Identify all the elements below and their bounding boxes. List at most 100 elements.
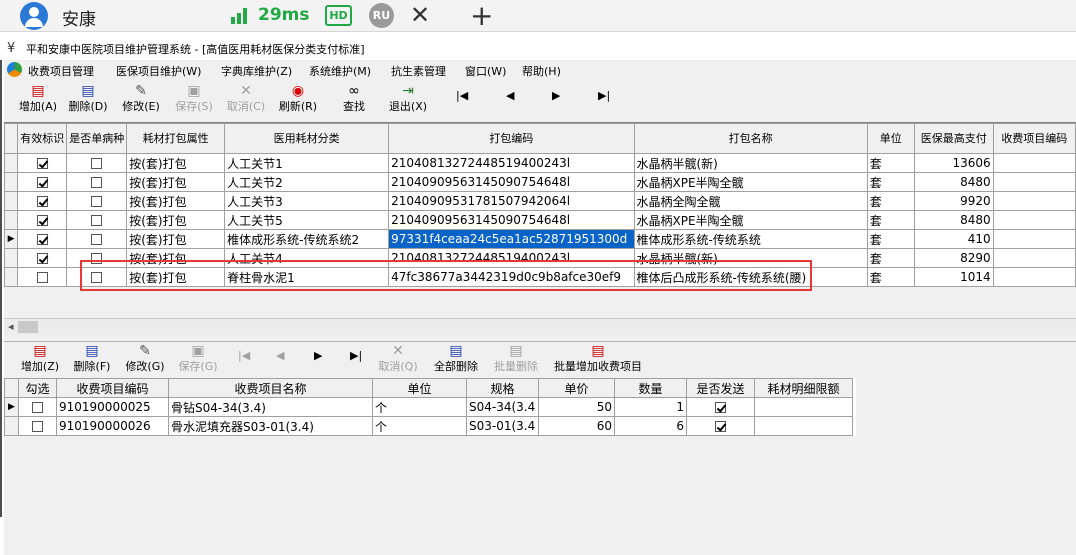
delete-button[interactable]: ▤ 删除(D) [66,82,110,118]
table-row[interactable]: 910190000026 骨水泥填充器S03-01(3.4) 个 S03-01(3.4… [4,416,853,436]
detail-next-button[interactable]: ▶ [314,349,322,362]
unit-cell[interactable]: 套 [866,267,915,287]
refresh-button[interactable]: ◉ 刷新(R) [276,82,320,118]
col-max-pay[interactable]: 医保最高支付 [913,123,994,154]
package-name-cell[interactable]: 水晶柄XPE半陶全髋 [633,210,868,230]
select-checkbox[interactable] [32,402,43,413]
prev-record-button[interactable]: ◀ [506,89,514,102]
find-button[interactable]: ∞ 查找 [336,82,372,118]
scroll-thumb[interactable] [18,321,38,333]
col-send[interactable]: 是否发送 [686,378,755,398]
package-code-cell[interactable]: 21040813272448519400243l [388,153,635,173]
single-disease-checkbox[interactable] [91,196,103,207]
unit-cell[interactable]: 套 [866,153,915,173]
edit-button[interactable]: ✎ 修改(E) [118,82,164,118]
table-row[interactable]: 按(套)打包 人工关节4 21040813272448519400243l 水晶柄半髋… [3,248,1076,268]
close-icon[interactable]: ✕ [410,1,430,29]
max-pay-cell[interactable]: 1014 [913,267,994,287]
last-record-button[interactable]: ▶| [598,89,610,102]
table-row[interactable]: ▶ 按(套)打包 椎体成形系统-传统系统2 97331f4ceaa24c5ea1ac5… [3,229,1076,249]
valid-checkbox[interactable] [36,158,48,169]
max-pay-cell[interactable]: 8480 [913,210,994,230]
max-pay-cell[interactable]: 8480 [913,172,994,192]
package-name-cell[interactable]: 椎体成形系统-传统系统 [633,229,868,249]
col-qty[interactable]: 数量 [614,378,687,398]
unit-cell[interactable]: 套 [866,172,915,192]
limit-cell[interactable] [754,397,853,417]
detail-unit-cell[interactable]: 个 [372,397,467,417]
col-price[interactable]: 单价 [538,378,615,398]
fee-item-name-cell[interactable]: 骨水泥填充器S03-01(3.4) [168,416,373,436]
max-pay-cell[interactable]: 8290 [913,248,994,268]
package-attr-cell[interactable]: 按(套)打包 [126,153,226,173]
col-fee-code[interactable]: 收费项目编码 [992,123,1076,154]
cancel-button[interactable]: ✕ 取消(C) [224,82,268,118]
menu-help[interactable]: 帮助(H) [522,63,561,79]
package-attr-cell[interactable]: 按(套)打包 [126,248,226,268]
table-row[interactable]: 按(套)打包 脊柱骨水泥1 47fc38677a3442319d0c9b8afce3… [3,267,1076,287]
unit-cell[interactable]: 套 [866,191,915,211]
table-row[interactable]: 按(套)打包 人工关节3 21040909531781507942064l 水晶柄全陶… [3,191,1076,211]
max-pay-cell[interactable]: 9920 [913,191,994,211]
fee-code-cell[interactable] [992,153,1076,173]
valid-checkbox[interactable] [36,196,48,207]
category-cell[interactable]: 人工关节5 [224,210,390,230]
single-disease-checkbox[interactable] [91,215,103,226]
fee-item-code-cell[interactable]: 910190000025 [56,397,169,417]
package-code-cell[interactable]: 21040909531781507942064l [388,191,635,211]
qty-cell[interactable]: 6 [614,416,687,436]
col-spec[interactable]: 规格 [466,378,539,398]
fee-item-code-cell[interactable]: 910190000026 [56,416,169,436]
batch-add-fee-button[interactable]: ▤ 批量增加收费项目 [548,342,648,378]
new-tab-icon[interactable]: + [470,0,493,32]
send-checkbox[interactable] [715,421,726,432]
menu-dictionary[interactable]: 字典库维护(Z) [221,63,292,79]
package-name-cell[interactable]: 水晶柄半髋(新) [633,153,868,173]
package-name-cell[interactable]: 椎体后凸成形系统-传统系统(腰) [633,267,868,287]
detail-prev-button[interactable]: ◀ [276,349,284,362]
table-row[interactable]: ▶ 910190000025 骨钻S04-34(3.4) 个 S04-34(3.4 50 1 [4,397,853,417]
package-name-cell[interactable]: 水晶柄XPE半陶全髋 [633,172,868,192]
single-disease-checkbox[interactable] [91,253,103,264]
package-attr-cell[interactable]: 按(套)打包 [126,267,226,287]
col-package-name[interactable]: 打包名称 [633,123,868,154]
single-disease-checkbox[interactable] [91,177,103,188]
fee-code-cell[interactable] [992,172,1076,192]
col-fee-item-name[interactable]: 收费项目名称 [168,378,373,398]
valid-checkbox[interactable] [36,215,48,226]
single-disease-checkbox[interactable] [91,158,103,169]
category-cell[interactable]: 人工关节2 [224,172,390,192]
horizontal-scrollbar[interactable]: ◂ [4,318,1076,335]
next-record-button[interactable]: ▶ [552,89,560,102]
col-detail-unit[interactable]: 单位 [372,378,467,398]
col-fee-item-code[interactable]: 收费项目编码 [56,378,169,398]
max-pay-cell[interactable]: 410 [913,229,994,249]
detail-last-button[interactable]: ▶| [350,349,362,362]
first-record-button[interactable]: |◀ [456,89,468,102]
max-pay-cell[interactable]: 13606 [913,153,994,173]
package-attr-cell[interactable]: 按(套)打包 [126,229,226,249]
select-checkbox[interactable] [32,421,43,432]
scroll-left-icon[interactable]: ◂ [8,320,14,333]
detail-edit-button[interactable]: ✎ 修改(G) [122,342,168,378]
batch-delete-button[interactable]: ▤ 批量删除 [490,342,542,378]
add-button[interactable]: ▤ 增加(A) [16,82,60,118]
table-row[interactable]: 按(套)打包 人工关节5 21040909563145090754648l 水晶柄XP… [3,210,1076,230]
exit-button[interactable]: ⇥ 退出(X) [386,82,430,118]
category-cell[interactable]: 人工关节3 [224,191,390,211]
category-cell[interactable]: 人工关节1 [224,153,390,173]
fee-code-cell[interactable] [992,210,1076,230]
detail-cancel-button[interactable]: ✕ 取消(Q) [376,342,420,378]
fee-code-cell[interactable] [992,267,1076,287]
menu-antibiotics[interactable]: 抗生素管理 [391,63,446,79]
package-code-cell[interactable]: 21040909563145090754648l [388,172,635,192]
valid-checkbox[interactable] [36,177,48,188]
detail-first-button[interactable]: |◀ [238,349,250,362]
package-name-cell[interactable]: 水晶柄半髋(新) [633,248,868,268]
col-valid[interactable]: 有效标识 [17,123,68,154]
fee-code-cell[interactable] [992,248,1076,268]
col-package-attr[interactable]: 耗材打包属性 [126,123,226,154]
detail-add-button[interactable]: ▤ 增加(Z) [18,342,62,378]
price-cell[interactable]: 50 [538,397,615,417]
detail-unit-cell[interactable]: 个 [372,416,467,436]
